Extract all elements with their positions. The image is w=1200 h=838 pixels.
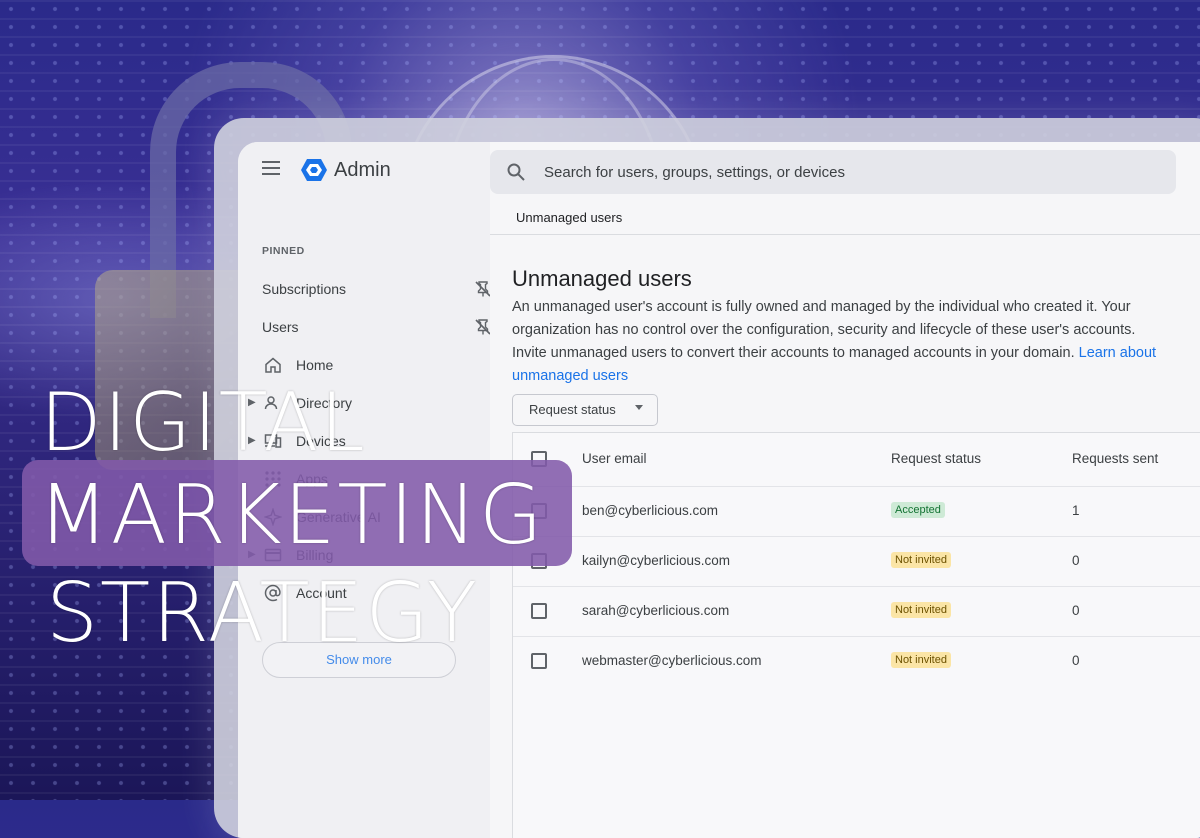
expand-caret-icon[interactable]: ▶ [248, 391, 256, 415]
search-icon[interactable] [506, 162, 526, 182]
apps-grid-icon [265, 471, 281, 487]
user-email: sarah@cyberlicious.com [582, 603, 730, 618]
description-text: An unmanaged user's account is fully own… [512, 299, 1136, 361]
page-title: Unmanaged users [512, 266, 692, 291]
column-header-requests-sent[interactable]: Requests sent [1072, 451, 1158, 466]
app-title: Admin [334, 159, 391, 181]
sidebar-item-label: Home [296, 357, 334, 373]
breadcrumb: Unmanaged users [516, 210, 623, 225]
table-row[interactable]: webmaster@cyberlicious.com Not invited 0 [513, 637, 1200, 686]
dropdown-arrow-icon [635, 405, 643, 410]
user-email: ben@cyberlicious.com [582, 503, 719, 518]
user-email: webmaster@cyberlicious.com [582, 653, 762, 668]
table-header-row: User email Request status Requests sent [513, 433, 1200, 487]
sidebar-item-directory[interactable]: ▶ Directory [248, 391, 482, 415]
page-description: An unmanaged user's account is fully own… [512, 296, 1162, 388]
sidebar-item-label: Directory [296, 395, 353, 411]
expand-caret-icon[interactable]: ▶ [248, 429, 256, 453]
sidebar-item-label: Generative AI [296, 509, 381, 525]
status-badge: Accepted [891, 502, 945, 518]
sidebar-item-label: Apps [296, 471, 328, 487]
sidebar-item-label: Subscriptions [262, 281, 347, 297]
directory-icon [264, 396, 278, 410]
sidebar-item-apps[interactable]: Apps [262, 467, 482, 491]
user-email: kailyn@cyberlicious.com [582, 553, 730, 568]
requests-sent: 0 [1072, 553, 1080, 568]
menu-icon[interactable] [262, 161, 280, 175]
row-checkbox[interactable] [531, 503, 547, 519]
pinned-section-label: PINNED [262, 245, 305, 257]
search-bar[interactable] [490, 150, 1176, 194]
table-row[interactable]: ben@cyberlicious.com Accepted 1 [513, 487, 1200, 537]
column-header-status[interactable]: Request status [891, 451, 981, 466]
sidebar-item-subscriptions[interactable]: Subscriptions [262, 277, 491, 301]
row-checkbox[interactable] [531, 653, 547, 669]
row-checkbox[interactable] [531, 553, 547, 569]
home-icon [265, 357, 281, 373]
expand-caret-icon[interactable]: ▶ [248, 543, 256, 567]
show-more-button[interactable]: Show more [262, 642, 456, 678]
sidebar-item-users[interactable]: Users [262, 315, 491, 339]
table-row[interactable]: sarah@cyberlicious.com Not invited 0 [513, 587, 1200, 637]
at-sign-icon [264, 584, 281, 602]
sidebar-item-label: Devices [296, 433, 346, 449]
sidebar-item-label: Users [262, 319, 299, 335]
filter-label: Request status [529, 402, 616, 417]
search-input[interactable] [544, 161, 1144, 183]
admin-window: Admin PINNED Subscriptions Users Home ▶ … [214, 118, 1200, 838]
requests-sent: 0 [1072, 603, 1080, 618]
status-badge: Not invited [891, 652, 951, 668]
sidebar-item-billing[interactable]: ▶ Billing [248, 543, 482, 567]
breadcrumb-divider [490, 234, 1200, 235]
column-header-email[interactable]: User email [582, 451, 647, 466]
sidebar-item-label: Billing [296, 547, 334, 563]
sparkle-icon [264, 508, 282, 526]
status-badge: Not invited [891, 552, 951, 568]
devices-icon [264, 434, 282, 448]
sidebar-item-home[interactable]: Home [262, 353, 482, 377]
billing-card-icon [264, 548, 282, 562]
sidebar-item-generative-ai[interactable]: Generative AI [262, 505, 482, 529]
sidebar-item-label: Account [296, 585, 347, 601]
table-row[interactable]: kailyn@cyberlicious.com Not invited 0 [513, 537, 1200, 587]
main-content: Unmanaged users Unmanaged users An unman… [490, 142, 1200, 838]
sidebar-item-account[interactable]: Account [262, 581, 482, 605]
status-badge: Not invited [891, 602, 951, 618]
requests-sent: 1 [1072, 503, 1080, 518]
sidebar: Admin PINNED Subscriptions Users Home ▶ … [238, 142, 491, 838]
request-status-filter[interactable]: Request status [512, 394, 658, 426]
select-all-checkbox[interactable] [531, 451, 547, 467]
sidebar-item-devices[interactable]: ▶ Devices [248, 429, 482, 453]
admin-logo-icon [301, 159, 327, 181]
users-table: User email Request status Requests sent … [512, 432, 1200, 838]
row-checkbox[interactable] [531, 603, 547, 619]
admin-console: Admin PINNED Subscriptions Users Home ▶ … [238, 142, 1200, 838]
requests-sent: 0 [1072, 653, 1080, 668]
